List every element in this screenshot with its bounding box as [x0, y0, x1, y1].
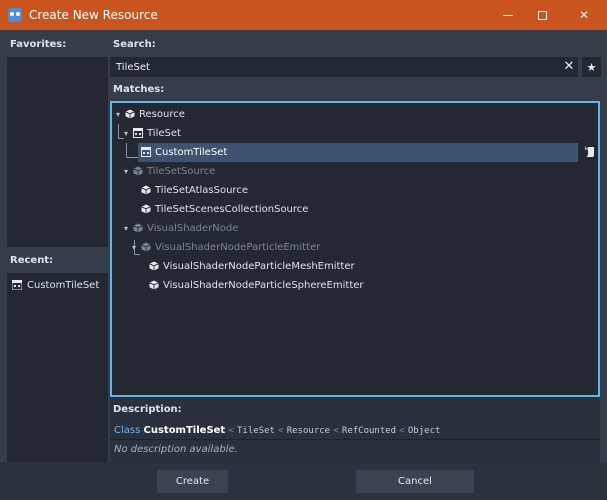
description-label: Description: [113, 404, 182, 415]
resource-icon [125, 109, 135, 119]
tree-row-label: VisualShaderNodeParticleSphereEmitter [163, 280, 364, 291]
favorite-toggle-button[interactable]: ★ [582, 57, 601, 77]
search-label: Search: [113, 39, 156, 50]
expand-arrow-icon[interactable]: ▾ [113, 105, 123, 124]
inheritance-separator: < [333, 426, 339, 436]
class-signature: Class CustomTileSet < TileSet < Resource… [114, 425, 440, 436]
close-window-button[interactable]: ✕ [564, 0, 604, 30]
button-bar [0, 462, 607, 500]
class-keyword: Class [114, 425, 141, 436]
resource-icon [141, 204, 151, 214]
tree-row-visualshadernodeparticlemeshemitter[interactable]: VisualShaderNodeParticleMeshEmitter [112, 257, 598, 276]
description-panel: Description: Class CustomTileSet < TileS… [110, 397, 600, 462]
tree-row-label: VisualShaderNode [147, 223, 239, 234]
favorites-list[interactable] [7, 57, 108, 247]
tree-row-label: Resource [139, 109, 185, 120]
maximize-button[interactable] [522, 0, 562, 30]
class-name: CustomTileSet [143, 425, 226, 436]
tree-row-resource[interactable]: ▾ Resource [112, 105, 598, 124]
tree-row-visualshadernodeparticlesphereemitter[interactable]: VisualShaderNodeParticleSphereEmitter [112, 276, 598, 295]
godot-app-icon [8, 8, 22, 22]
resource-icon [149, 261, 159, 271]
tree-row-label: TileSetAtlasSource [155, 185, 248, 196]
tree-row-label: TileSetScenesCollectionSource [155, 204, 309, 215]
matches-label: Matches: [113, 84, 165, 95]
recent-label: Recent: [10, 255, 54, 266]
inheritance-link[interactable]: Object [408, 426, 441, 436]
inheritance-link[interactable]: TileSet [237, 426, 275, 436]
matches-tree[interactable]: ▾ Resource ▾ TileSet CustomTileSet ▾ Til… [110, 101, 600, 397]
inheritance-link[interactable]: RefCounted [342, 426, 396, 436]
tree-row-label: VisualShaderNodeParticleEmitter [155, 242, 321, 253]
inheritance-separator: < [278, 426, 284, 436]
tree-row-visualshadernodeparticleemitter[interactable]: ▾ VisualShaderNodeParticleEmitter [112, 238, 598, 257]
favorites-label: Favorites: [10, 39, 67, 50]
maximize-icon [537, 10, 547, 20]
expand-arrow-icon[interactable]: ▾ [121, 219, 131, 238]
tree-row-tileset[interactable]: ▾ TileSet [112, 124, 598, 143]
resource-icon [141, 242, 151, 252]
tileset-icon [12, 280, 22, 290]
tileset-icon [141, 147, 151, 157]
description-text: No description available. [114, 444, 238, 455]
search-input[interactable] [110, 57, 578, 77]
recent-item-label: CustomTileSet [27, 279, 100, 291]
tree-row-label: TileSetSource [147, 166, 216, 177]
script-icon[interactable] [585, 146, 595, 158]
resource-icon [133, 166, 143, 176]
tree-row-tilesetsource[interactable]: ▾ TileSetSource [112, 162, 598, 181]
title-bar: Create New Resource ✕ [0, 0, 607, 30]
create-button[interactable]: Create [157, 470, 228, 493]
expand-arrow-icon[interactable]: ▾ [129, 238, 139, 257]
clear-search-button[interactable]: ✕ [562, 60, 576, 74]
resource-icon [141, 185, 151, 195]
inheritance-link[interactable]: Resource [287, 426, 330, 436]
recent-list[interactable]: CustomTileSet [7, 273, 108, 464]
divider [110, 439, 600, 440]
expand-arrow-icon[interactable]: ▾ [121, 124, 131, 143]
recent-item-customtileset[interactable]: CustomTileSet [7, 275, 108, 295]
minimize-icon [503, 14, 513, 16]
window-title: Create New Resource [29, 8, 158, 22]
tree-row-tilesetscenescollectionsource[interactable]: TileSetScenesCollectionSource [112, 200, 598, 219]
inheritance-separator: < [228, 426, 234, 436]
inheritance-separator: < [399, 426, 405, 436]
tree-row-tilesetatlassource[interactable]: TileSetAtlasSource [112, 181, 598, 200]
tree-row-visualshadernode[interactable]: ▾ VisualShaderNode [112, 219, 598, 238]
tree-row-label: TileSet [147, 128, 181, 139]
resource-icon [149, 280, 159, 290]
tree-row-customtileset[interactable]: CustomTileSet [112, 143, 598, 162]
resource-icon [133, 223, 143, 233]
tileset-icon [133, 128, 143, 138]
expand-arrow-icon[interactable]: ▾ [121, 162, 131, 181]
tree-row-label: CustomTileSet [155, 147, 228, 158]
tree-row-label: VisualShaderNodeParticleMeshEmitter [163, 261, 355, 272]
cancel-button[interactable]: Cancel [356, 470, 474, 493]
dialog-body: Favorites: Recent: CustomTileSet Search:… [0, 30, 607, 500]
